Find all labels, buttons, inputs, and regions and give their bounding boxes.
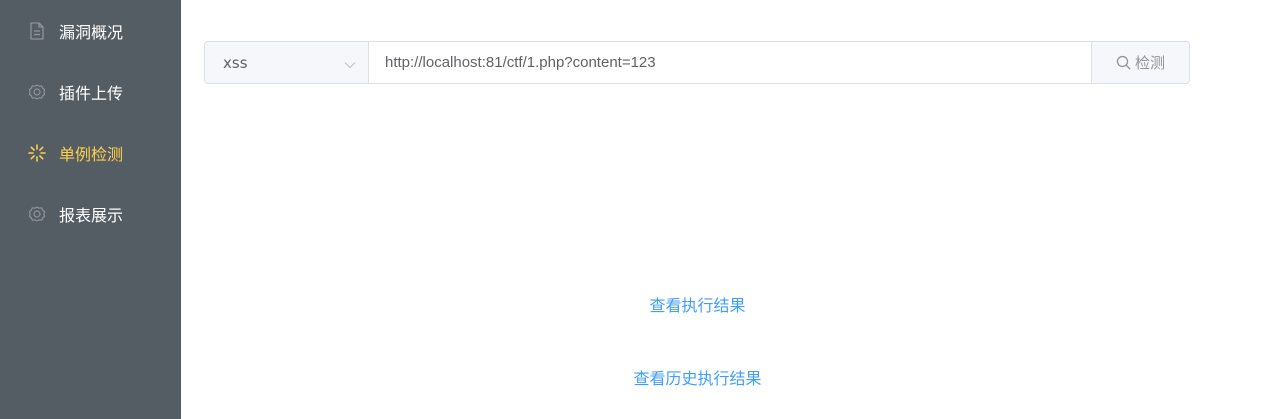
sidebar-item-report[interactable]: 报表展示 <box>0 186 181 242</box>
sidebar-item-label: 报表展示 <box>59 206 124 225</box>
main-content: xss 检测 查看执行结果 查看历史执行结果 <box>181 0 1280 419</box>
sidebar-item-label: 插件上传 <box>59 84 124 103</box>
search-icon <box>1116 55 1131 70</box>
view-history-link[interactable]: 查看历史执行结果 <box>181 365 1214 389</box>
sidebar: 漏洞概况 插件上传 单例检测 报表展示 <box>0 0 181 419</box>
gear-icon <box>27 204 47 224</box>
app-root: 漏洞概况 插件上传 单例检测 报表展示 xss http://localhost… <box>0 0 1280 419</box>
detect-form: xss 检测 <box>204 41 1190 84</box>
detect-button-label: 检测 <box>1134 54 1165 72</box>
sidebar-item-label: 单例检测 <box>59 145 124 164</box>
vuln-type-select[interactable]: xss <box>205 42 369 83</box>
sidebar-item-plugin-upload[interactable]: 插件上传 <box>0 64 181 120</box>
view-result-link[interactable]: 查看执行结果 <box>181 292 1214 316</box>
sidebar-item-label: 漏洞概况 <box>59 23 124 42</box>
chevron-down-icon <box>344 56 356 69</box>
sidebar-item-single-detect[interactable]: 单例检测 <box>0 125 181 181</box>
document-icon <box>27 21 47 41</box>
sidebar-item-vuln-overview[interactable]: 漏洞概况 <box>0 3 181 59</box>
detect-button[interactable]: 检测 <box>1091 42 1189 83</box>
vuln-type-select-value: xss <box>223 53 248 72</box>
gear-icon <box>27 82 47 102</box>
url-input[interactable] <box>369 42 1091 83</box>
loading-icon <box>27 143 47 163</box>
